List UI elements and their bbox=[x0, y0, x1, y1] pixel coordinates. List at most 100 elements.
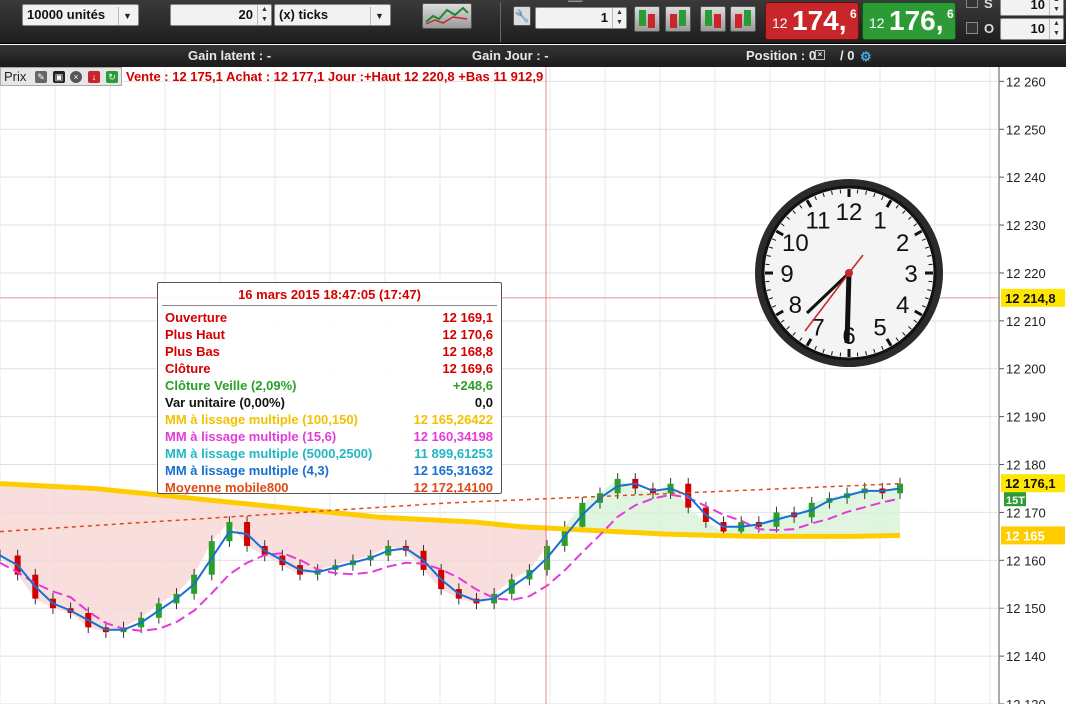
export-icon[interactable]: ↓ bbox=[88, 71, 100, 83]
order-settings-button[interactable]: 🔧 bbox=[513, 6, 531, 26]
order-icon bbox=[705, 10, 721, 28]
gain-jour: Gain Jour : - bbox=[472, 48, 549, 63]
order-buy-limit-button[interactable] bbox=[634, 6, 660, 32]
tooltip-row: Clôture 12 169,6 bbox=[165, 361, 493, 378]
chart-type-button[interactable] bbox=[422, 3, 472, 29]
y-tick-label: 12 240 bbox=[1006, 170, 1046, 185]
chart-icon bbox=[425, 6, 469, 25]
position: Position : 0 bbox=[746, 48, 817, 63]
toolbar-divider bbox=[500, 2, 501, 42]
tooltip-divider bbox=[162, 305, 497, 306]
chevron-down-icon[interactable]: ▼ bbox=[370, 7, 388, 25]
order-qty-stepper[interactable]: 1 ▲ ▼ bbox=[535, 7, 627, 29]
tooltip-row: MM à lissage multiple (100,150) 12 165,26… bbox=[165, 412, 493, 429]
position-close-icon[interactable]: × bbox=[815, 50, 825, 60]
s-checkbox[interactable] bbox=[966, 0, 978, 8]
order-sell-limit-button[interactable] bbox=[665, 6, 691, 32]
wrench-icon[interactable]: ✎ bbox=[35, 71, 47, 83]
y-tick-label: 12 150 bbox=[1006, 601, 1046, 616]
tooltip-row-value: 12 165,31632 bbox=[413, 463, 493, 478]
y-tick-label: 12 250 bbox=[1006, 122, 1046, 137]
sell-price-button[interactable]: 12 174, 6 bbox=[765, 2, 859, 40]
price-panel-header: Prix ✎ ▣ × ↓ ↻ Vente : 12 175,1 Achat : … bbox=[0, 67, 1000, 87]
tooltip-row-label: MM à lissage multiple (4,3) bbox=[165, 463, 329, 478]
sell-price-prefix: 12 bbox=[772, 15, 788, 31]
clock-minute-hand bbox=[844, 272, 852, 344]
o-label: O bbox=[984, 21, 995, 36]
clock-numeral: 4 bbox=[896, 292, 909, 319]
stepper-arrows-icon[interactable]: ▲▼ bbox=[1049, 19, 1063, 39]
chevron-down-icon[interactable]: ▼ bbox=[118, 7, 136, 25]
tooltip-row-label: MM à lissage multiple (15,6) bbox=[165, 429, 337, 444]
panel-title: Prix bbox=[4, 69, 27, 84]
order-sell-stop-button[interactable] bbox=[730, 6, 756, 32]
stepper-arrows-icon[interactable]: ▲▼ bbox=[612, 8, 626, 28]
clock-numeral: 5 bbox=[873, 315, 886, 342]
order-buy-stop-button[interactable] bbox=[700, 6, 726, 32]
clock-center bbox=[845, 269, 853, 277]
tooltip-row: Moyenne mobile800 12 172,14100 bbox=[165, 480, 493, 497]
gain-latent: Gain latent : - bbox=[188, 48, 272, 63]
y-tick-label: 12 260 bbox=[1006, 74, 1046, 89]
y-tick-label: 12 190 bbox=[1006, 410, 1046, 425]
y-tick-label: 12 210 bbox=[1006, 314, 1046, 329]
o-checkbox[interactable] bbox=[966, 22, 978, 34]
crosshair-price-label: 12 214,8 bbox=[1005, 291, 1056, 306]
tooltip-row: Clôture Veille (2,09%) +248,6 bbox=[165, 378, 493, 395]
tooltip-row-value: 11 899,61253 bbox=[414, 446, 493, 461]
tooltip-row-label: Moyenne mobile800 bbox=[165, 480, 289, 495]
position-secondary: / 0 bbox=[840, 48, 855, 63]
clock-numeral: 9 bbox=[780, 261, 793, 288]
tooltip-row-value: 12 172,14100 bbox=[413, 480, 493, 495]
tooltip-row-value: 12 170,6 bbox=[442, 327, 493, 342]
buy-price-button[interactable]: 12 176, 6 bbox=[862, 2, 956, 40]
y-tick-label: 12 170 bbox=[1006, 505, 1046, 520]
tooltip-row-value: 12 165,26422 bbox=[413, 412, 493, 427]
clock-numeral: 7 bbox=[811, 315, 824, 342]
ma-price-label: 12 165 bbox=[1005, 528, 1045, 543]
toolbar-caption: ━━━ bbox=[568, 0, 583, 6]
tooltip-row-label: Ouverture bbox=[165, 310, 228, 325]
ticks-unit-select[interactable]: (x) ticks ▼ bbox=[274, 4, 391, 26]
settings-icon[interactable]: ⚙ bbox=[860, 49, 872, 65]
y-tick-label: 12 180 bbox=[1006, 458, 1046, 473]
order-icon bbox=[639, 10, 655, 28]
clock-numeral: 8 bbox=[789, 292, 802, 319]
window-icon[interactable]: ▣ bbox=[53, 71, 65, 83]
price-quote: Vente : 12 175,1 Achat : 12 177,1 Jour :… bbox=[126, 69, 544, 84]
stepper-arrows-icon[interactable]: ▲▼ bbox=[257, 5, 271, 25]
tooltip-row-value: 12 169,6 bbox=[442, 361, 493, 376]
order-icon bbox=[735, 10, 751, 28]
tooltip-row: MM à lissage multiple (5000,2500) 11 899,… bbox=[165, 446, 493, 463]
s-label: S bbox=[984, 0, 993, 11]
clock-numeral: 2 bbox=[896, 230, 909, 257]
s-stepper[interactable]: 10 ▲▼ bbox=[1000, 0, 1064, 16]
tooltip-row: Var unitaire (0,00%) 0,0 bbox=[165, 395, 493, 412]
buy-price-main: 176, bbox=[889, 5, 944, 36]
tooltip-row-label: Clôture Veille (2,09%) bbox=[165, 378, 297, 393]
price-panel-tab[interactable]: Prix ✎ ▣ × ↓ ↻ bbox=[0, 67, 122, 86]
y-tick-label: 12 130 bbox=[1006, 697, 1046, 704]
toolbar: 10000 unités ▼ 20 ▲ ▼ (x) ticks ▼ 🔧 1 ▲ ▼ … bbox=[0, 0, 1066, 44]
close-icon[interactable]: × bbox=[70, 71, 82, 83]
status-bar: Gain latent : - Gain Jour : - Position :… bbox=[0, 45, 1066, 67]
stepper-arrows-icon[interactable]: ▲▼ bbox=[1049, 0, 1063, 15]
y-tick-label: 12 140 bbox=[1006, 649, 1046, 664]
y-tick-label: 12 220 bbox=[1006, 266, 1046, 281]
clock-numeral: 3 bbox=[904, 261, 917, 288]
quantity-select[interactable]: 10000 unités ▼ bbox=[22, 4, 139, 26]
sell-price-decimal: 6 bbox=[850, 7, 857, 21]
buy-price-prefix: 12 bbox=[869, 15, 885, 31]
tooltip-row: MM à lissage multiple (15,6) 12 160,34198 bbox=[165, 429, 493, 446]
wrench-icon: 🔧 bbox=[514, 9, 530, 23]
tooltip-row-label: Plus Bas bbox=[165, 344, 220, 359]
last-price-label: 12 176,1 bbox=[1005, 476, 1056, 491]
tooltip-row: Plus Haut 12 170,6 bbox=[165, 327, 493, 344]
o-stepper[interactable]: 10 ▲ ▼ bbox=[1000, 18, 1064, 40]
y-tick-label: 12 230 bbox=[1006, 218, 1046, 233]
clock-numeral: 11 bbox=[806, 207, 831, 234]
clock-numeral: 12 bbox=[836, 199, 863, 226]
refresh-icon[interactable]: ↻ bbox=[106, 71, 118, 83]
ticks-value: 20 bbox=[238, 7, 253, 22]
ticks-stepper[interactable]: 20 ▲ ▼ bbox=[170, 4, 272, 26]
